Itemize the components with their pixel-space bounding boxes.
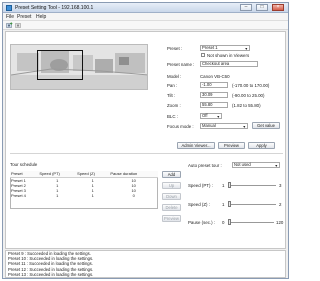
pan-input[interactable]: -1.00 — [200, 82, 228, 88]
not-shown-label: Not shown in Viewers — [207, 53, 250, 58]
pan-label: Pan : — [167, 83, 178, 88]
speed-pt-label: Speed (PT) : — [188, 183, 213, 188]
preset-edit-icon[interactable] — [15, 22, 22, 29]
model-label: Model : — [167, 74, 182, 79]
maximize-button[interactable]: □ — [256, 4, 268, 11]
focus-mode-label: Focus mode : — [167, 124, 194, 129]
tour-schedule-label: Tour schedule — [10, 162, 38, 167]
not-shown-checkbox[interactable] — [201, 53, 205, 57]
cell-speed-pt: 1 — [56, 192, 59, 198]
speed-z-max: 2 — [279, 202, 282, 207]
menu-preset[interactable]: Preset — [17, 14, 31, 20]
pause-label: Pause (sec.) : — [188, 220, 216, 225]
chevron-down-icon: ▼ — [242, 125, 246, 129]
app-window: Preset Setting Tool - 192.168.100.1 – □ … — [2, 2, 289, 279]
pause-max: 120 — [276, 220, 284, 225]
menu-help[interactable]: Help — [36, 14, 46, 20]
cell-preset: Preset 4 — [11, 192, 26, 198]
speed-pt-min: 1 — [222, 183, 225, 188]
preset-name-label: Preset name : — [167, 62, 195, 67]
speed-pt-track[interactable] — [228, 185, 276, 186]
tour-up-button[interactable]: Up — [162, 182, 181, 189]
tilt-input[interactable]: 30.09 — [200, 92, 228, 98]
cell-speed-z: 1 — [91, 192, 94, 198]
focus-mode-value: Manual — [202, 123, 216, 128]
speed-z-slider[interactable] — [228, 201, 231, 207]
tour-add-button[interactable]: Add — [162, 171, 181, 178]
menu-bar: File Preset Help — [3, 13, 288, 21]
auto-tour-select[interactable]: Not used ▼ — [232, 162, 280, 168]
preset-label: Preset : — [167, 46, 183, 51]
cell-pause: 0 — [132, 192, 135, 198]
toolbar — [3, 21, 288, 30]
table-row[interactable]: Preset 4 1 1 0 — [10, 193, 158, 198]
chevron-down-icon: ▼ — [244, 47, 248, 51]
chevron-down-icon: ▼ — [274, 164, 278, 168]
log-panel[interactable]: Preset 9 : Succeeded in loading the sett… — [5, 250, 286, 278]
auto-tour-label: Auto preset tour : — [188, 163, 222, 168]
pause-slider[interactable] — [228, 219, 231, 225]
menu-file[interactable]: File — [6, 14, 14, 20]
preview-button[interactable]: Preview — [218, 142, 245, 149]
preset-select-value: Preset 1 — [202, 45, 218, 50]
divider — [10, 153, 283, 154]
speed-pt-max: 3 — [279, 183, 282, 188]
title-bar: Preset Setting Tool - 192.168.100.1 – □ … — [3, 3, 288, 13]
pan-range: (-170.00 to 170.00) — [232, 83, 270, 88]
chevron-down-icon: ▼ — [216, 115, 220, 119]
zoom-range: (1.82 to 55.80) — [232, 103, 261, 108]
pause-min: 0 — [222, 220, 225, 225]
main-panel: Preset : Preset 1 ▼ Not shown in Viewers… — [5, 31, 286, 249]
zoom-label: Zoom : — [167, 103, 181, 108]
tour-delete-button[interactable]: Delete — [162, 204, 181, 211]
admin-viewer-button[interactable]: Admin Viewer... — [177, 142, 215, 149]
blc-select-value: Off — [202, 113, 208, 118]
tour-down-button[interactable]: Down — [162, 193, 181, 200]
auto-tour-value: Not used — [234, 162, 251, 167]
preset-add-icon[interactable] — [6, 22, 13, 29]
zoom-input[interactable]: 55.80 — [200, 102, 228, 108]
tilt-range: (-90.00 to 25.00) — [232, 93, 265, 98]
window-title: Preset Setting Tool - 192.168.100.1 — [15, 5, 94, 11]
blc-select[interactable]: Off ▼ — [200, 113, 222, 119]
close-button[interactable]: × — [272, 4, 284, 11]
tilt-label: Tilt : — [167, 93, 176, 98]
speed-z-min: 1 — [222, 202, 225, 207]
app-icon — [6, 5, 12, 11]
preset-select[interactable]: Preset 1 ▼ — [200, 45, 250, 51]
view-frame[interactable] — [37, 50, 83, 80]
minimize-button[interactable]: – — [240, 4, 252, 11]
focus-mode-select[interactable]: Manual ▼ — [200, 123, 248, 129]
panorama-preview[interactable] — [10, 44, 148, 90]
preset-name-input[interactable]: Checkout area — [200, 61, 258, 67]
model-value: Canon VB-C60 — [200, 74, 230, 79]
log-line: Preset 13 : Succeeded in loading the set… — [8, 271, 94, 277]
speed-z-label: Speed (Z) : — [188, 202, 210, 207]
get-value-button[interactable]: Get value — [252, 122, 280, 129]
blc-label: BLC : — [167, 114, 178, 119]
tour-table[interactable]: Preset Speed (PT) Speed (Z) Pause durati… — [10, 171, 158, 198]
speed-z-track[interactable] — [228, 204, 276, 205]
pause-track[interactable] — [228, 222, 274, 223]
apply-button[interactable]: Apply — [248, 142, 275, 149]
speed-pt-slider[interactable] — [228, 182, 231, 188]
tour-preview-button[interactable]: Preview — [162, 215, 181, 222]
